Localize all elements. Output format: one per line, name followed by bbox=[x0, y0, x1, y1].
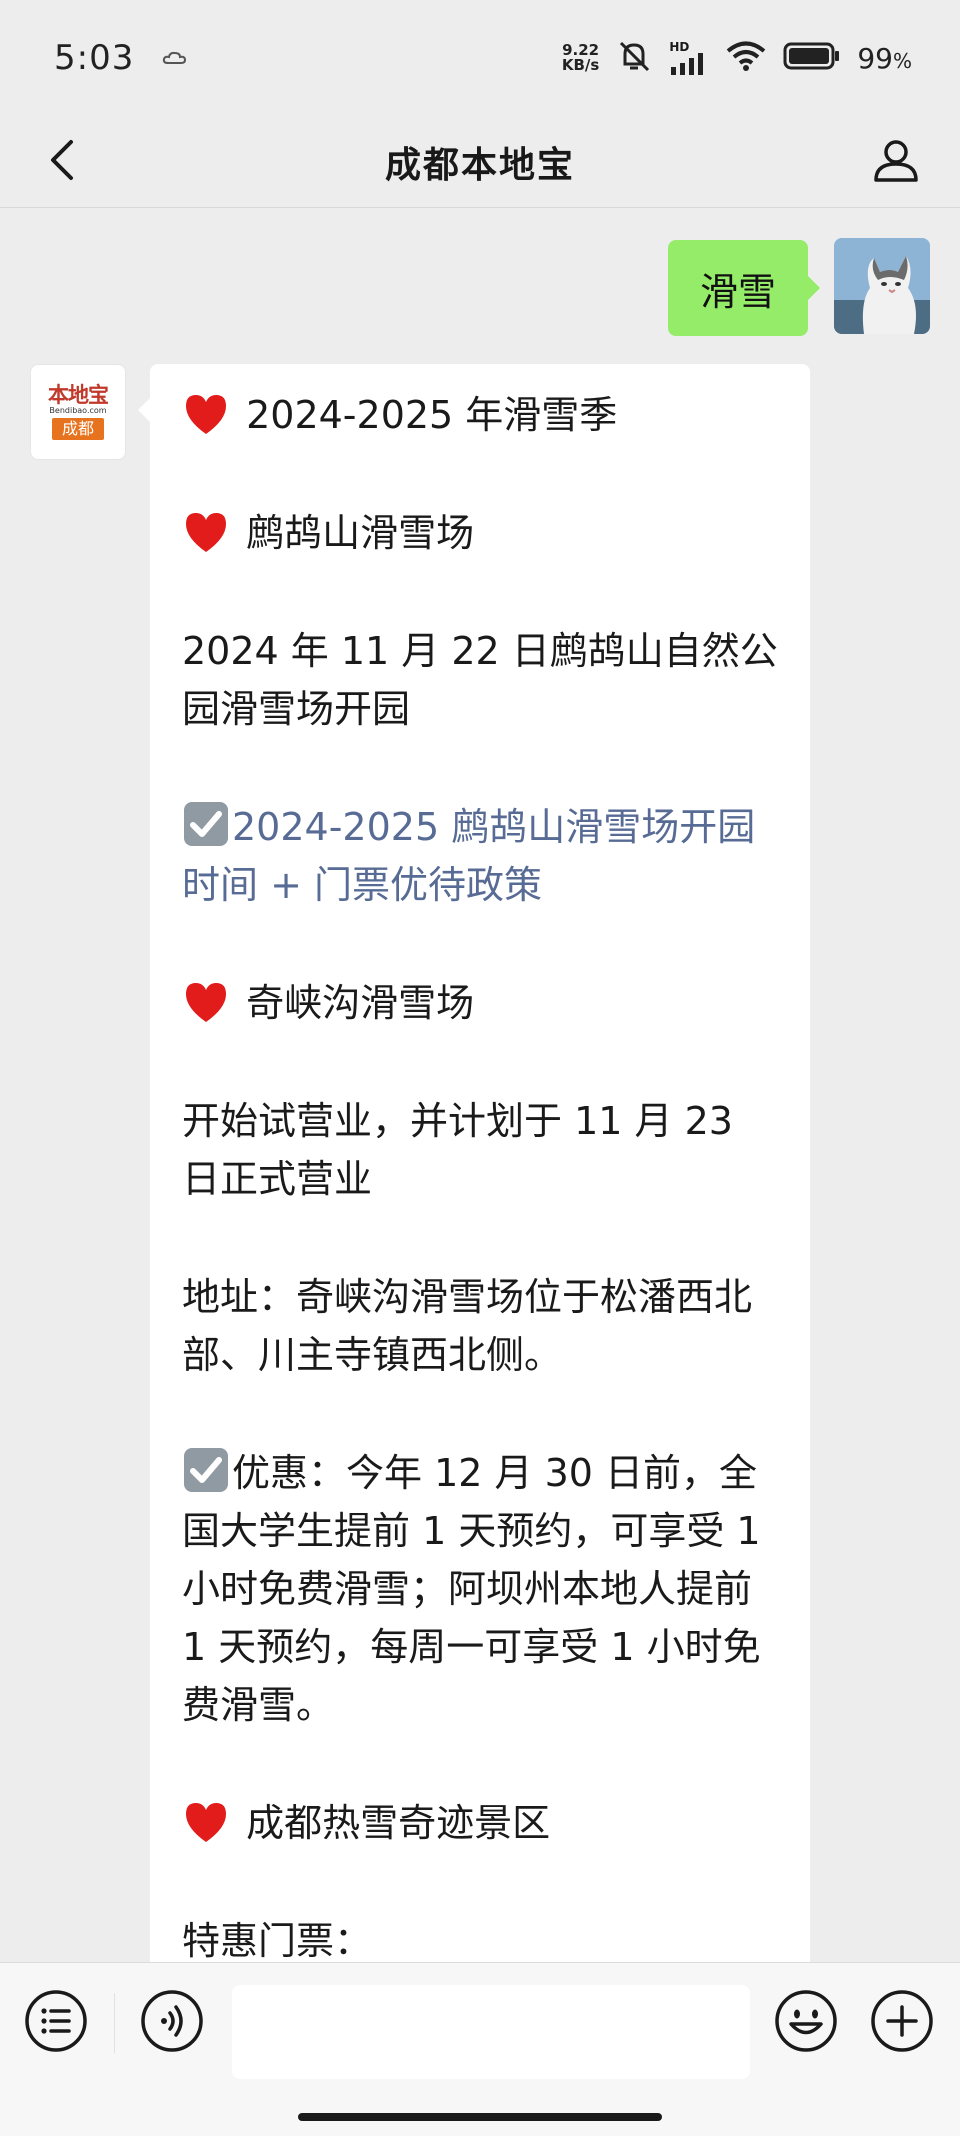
message-text-season: 2024-2025 年滑雪季 bbox=[246, 393, 618, 437]
net-speed-unit: KB/s bbox=[561, 56, 600, 74]
chat-area[interactable]: 滑雪 本地宝 Bendibao.com 成都 2024-2025 年滑雪季 鹧鸪… bbox=[0, 208, 960, 1962]
red-heart-icon bbox=[182, 980, 230, 1024]
message-line-season: 2024-2025 年滑雪季 bbox=[182, 386, 780, 444]
message-text-rexue: 成都热雪奇迹景区 bbox=[246, 1801, 551, 1845]
plus-button[interactable] bbox=[870, 1989, 934, 2057]
logo-main-text: 本地宝 bbox=[48, 382, 109, 407]
red-heart-icon bbox=[182, 510, 230, 554]
bot-avatar[interactable]: 本地宝 Bendibao.com 成都 bbox=[30, 364, 126, 460]
battery-value: 99 bbox=[857, 41, 893, 75]
battery-percentage: 99% bbox=[857, 42, 912, 75]
message-text-special-ticket: 特惠门票： bbox=[182, 1919, 373, 1962]
status-time: 5:03 bbox=[54, 38, 135, 78]
message-text-zhegushan: 鹧鸪山滑雪场 bbox=[246, 511, 475, 555]
self-avatar[interactable] bbox=[834, 238, 930, 334]
input-bar bbox=[0, 1962, 960, 2136]
check-box-icon bbox=[182, 800, 230, 848]
message-line-discount: 优惠：今年 12 月 30 日前，全国大学生提前 1 天预约，可享受 1 小时免… bbox=[182, 1444, 780, 1734]
emoji-icon bbox=[774, 1989, 838, 2057]
red-heart-icon bbox=[182, 392, 230, 436]
outgoing-message-text: 滑雪 bbox=[699, 269, 776, 314]
person-icon bbox=[872, 136, 920, 188]
list-icon bbox=[24, 1989, 88, 2057]
message-text-trial-operation: 开始试营业，并计划于 11 月 23 日正式营业 bbox=[182, 1099, 733, 1201]
outgoing-message-bubble[interactable]: 滑雪 bbox=[667, 240, 821, 336]
net-speed: 9.22 KB/s bbox=[562, 43, 599, 73]
cloud-notification-icon bbox=[162, 50, 188, 66]
message-line-qixiagou: 奇峡沟滑雪场 bbox=[182, 974, 780, 1032]
plus-icon bbox=[870, 1989, 934, 2057]
logo-sub-text: Bendibao.com bbox=[49, 406, 107, 415]
message-text-qixiagou: 奇峡沟滑雪场 bbox=[246, 981, 475, 1025]
chevron-left-icon bbox=[47, 138, 77, 186]
red-heart-icon bbox=[182, 1800, 230, 1844]
message-input[interactable] bbox=[232, 1985, 750, 2079]
incoming-message-bubble[interactable]: 2024-2025 年滑雪季 鹧鸪山滑雪场 2024 年 11 月 22 日鹧鸪… bbox=[138, 364, 810, 1962]
status-indicators: 9.22 KB/s HD 99% bbox=[562, 39, 912, 77]
emoji-button[interactable] bbox=[774, 1989, 838, 2057]
message-line-rexue: 成都热雪奇迹景区 bbox=[182, 1794, 780, 1852]
check-box-icon bbox=[182, 1446, 230, 1494]
message-text-address: 地址：奇峡沟滑雪场位于松潘西北部、川主寺镇西北侧。 bbox=[182, 1275, 753, 1377]
voice-button[interactable] bbox=[140, 1989, 204, 2057]
cat-avatar-image bbox=[834, 238, 930, 334]
battery-unit: % bbox=[892, 48, 912, 73]
voice-icon bbox=[140, 1989, 204, 2057]
title-bar: 成都本地宝 bbox=[0, 116, 960, 208]
message-line-zhegushan: 鹧鸪山滑雪场 bbox=[182, 504, 780, 562]
profile-button[interactable] bbox=[868, 134, 924, 190]
cellular-signal-icon: HD bbox=[669, 41, 709, 75]
status-bar: 5:03 9.22 KB/s HD 99% bbox=[0, 0, 960, 116]
network-label: HD bbox=[669, 40, 690, 54]
home-indicator[interactable] bbox=[298, 2113, 662, 2121]
divider bbox=[114, 1993, 115, 2053]
wifi-icon bbox=[725, 40, 767, 76]
message-line-link: 2024-2025 鹧鸪山滑雪场开园时间 + 门票优待政策 bbox=[182, 798, 780, 914]
article-link[interactable]: 2024-2025 鹧鸪山滑雪场开园时间 + 门票优待政策 bbox=[182, 805, 755, 907]
page-title: 成都本地宝 bbox=[384, 144, 575, 186]
outgoing-message-row: 滑雪 bbox=[667, 238, 930, 336]
back-button[interactable] bbox=[36, 136, 88, 188]
battery-icon bbox=[783, 42, 841, 74]
menu-button[interactable] bbox=[24, 1989, 88, 2057]
message-text-opening-date: 2024 年 11 月 22 日鹧鸪山自然公园滑雪场开园 bbox=[182, 629, 778, 731]
logo-city-text: 成都 bbox=[51, 418, 104, 440]
message-text-discount: 优惠：今年 12 月 30 日前，全国大学生提前 1 天预约，可享受 1 小时免… bbox=[182, 1451, 761, 1727]
mute-bell-icon bbox=[615, 39, 653, 77]
